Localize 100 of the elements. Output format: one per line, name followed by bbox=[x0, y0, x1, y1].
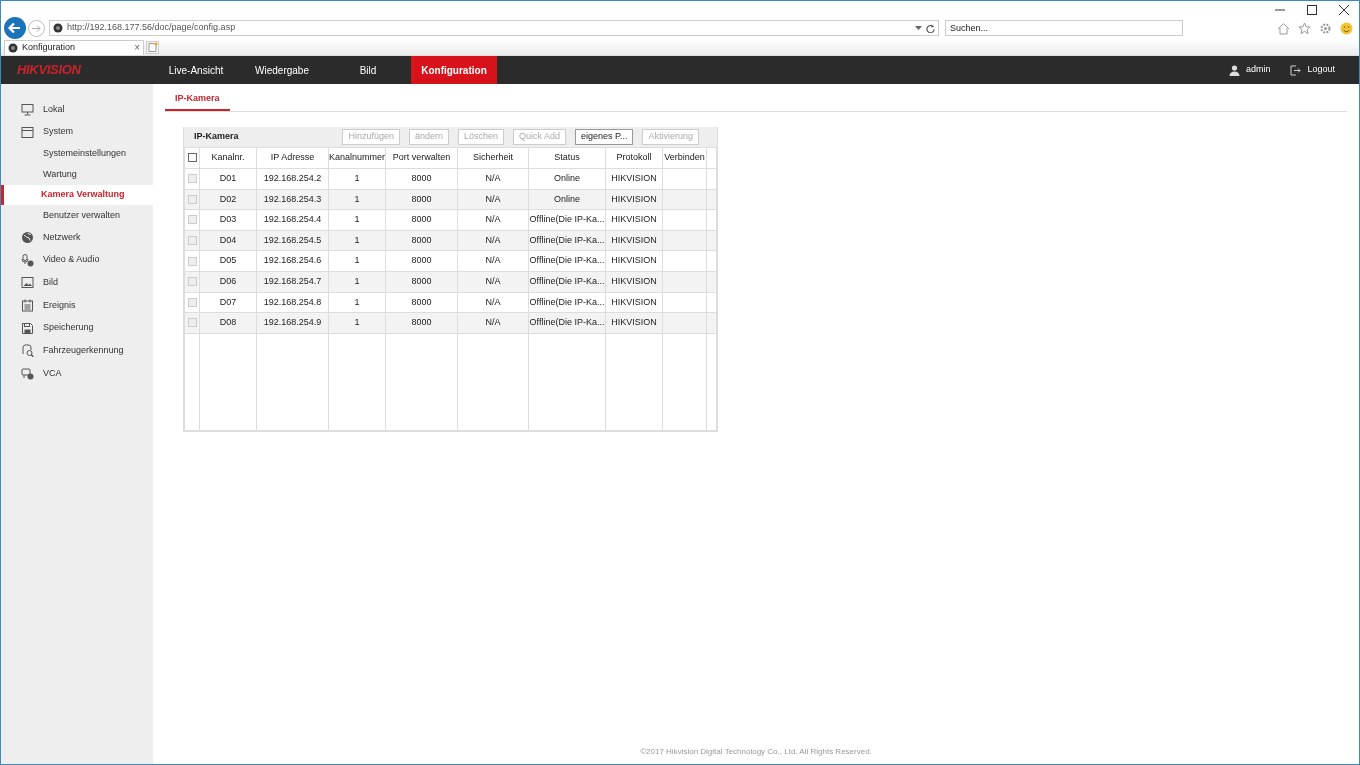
table-cell: 8000 bbox=[411, 234, 432, 245]
column-header: Port verwalten bbox=[392, 152, 451, 163]
nav-tab[interactable]: Bild bbox=[325, 56, 411, 84]
sidebar-item[interactable]: VCA bbox=[43, 366, 62, 381]
table-cell: 8000 bbox=[411, 214, 432, 225]
table-cell: 1 bbox=[354, 255, 360, 266]
table-cell: D04 bbox=[219, 234, 237, 245]
column-header: Kanalnr. bbox=[211, 152, 245, 163]
home-icon[interactable] bbox=[1277, 21, 1290, 35]
table-cell: N/A bbox=[485, 173, 501, 184]
table-cell: 1 bbox=[354, 193, 360, 204]
sidebar-item[interactable]: Ereignis bbox=[43, 298, 76, 313]
tab-close[interactable]: × bbox=[134, 43, 140, 53]
user-icon bbox=[1228, 64, 1240, 76]
table-cell: N/A bbox=[485, 255, 501, 266]
star-icon[interactable] bbox=[1298, 21, 1311, 35]
sidebar-item[interactable]: Video & Audio bbox=[43, 253, 100, 267]
table-cell: HIKVISION bbox=[611, 296, 657, 307]
gear-icon[interactable] bbox=[1319, 21, 1332, 35]
table-cell: Offline(Die IP-Ka... bbox=[529, 234, 605, 245]
table-cell: D05 bbox=[219, 255, 237, 266]
sidebar-item[interactable]: Bild bbox=[43, 276, 58, 290]
toolbar-button[interactable]: eigenes P... bbox=[575, 129, 634, 145]
menu-icon bbox=[21, 367, 34, 381]
column-header: Protokoll bbox=[616, 152, 652, 163]
site-icon bbox=[53, 23, 63, 33]
forward-icon[interactable] bbox=[28, 19, 45, 37]
table-cell: 1 bbox=[354, 296, 360, 307]
sidebar-subitem[interactable]: Kamera Verwaltung bbox=[41, 188, 125, 202]
checkbox[interactable] bbox=[187, 153, 197, 163]
table-cell: 1 bbox=[354, 214, 360, 225]
table-cell: D06 bbox=[219, 276, 237, 286]
table-cell: 1 bbox=[354, 276, 360, 286]
sidebar-subitem[interactable]: Wartung bbox=[43, 167, 77, 182]
table-cell: N/A bbox=[485, 214, 501, 225]
table-cell: N/A bbox=[485, 317, 501, 328]
table-cell: 192.168.254.4 bbox=[263, 214, 322, 225]
browser-tab[interactable]: Konfiguration × bbox=[4, 40, 144, 55]
table-cell: D02 bbox=[219, 193, 237, 204]
table-cell: Online bbox=[554, 193, 580, 204]
table-cell: Offline(Die IP-Ka... bbox=[529, 296, 605, 307]
column-header: Sicherheit bbox=[473, 152, 513, 163]
table-cell: 8000 bbox=[411, 317, 432, 328]
table-cell: 8000 bbox=[411, 276, 432, 286]
table-cell: 192.168.254.5 bbox=[263, 234, 322, 245]
table-cell: N/A bbox=[485, 193, 501, 204]
table-cell: D08 bbox=[219, 317, 237, 328]
menu-icon bbox=[21, 321, 34, 335]
sidebar-subitem[interactable]: Systemeinstellungen bbox=[43, 146, 127, 161]
column-header: IP Adresse bbox=[270, 152, 315, 163]
table-cell: Offline(Die IP-Ka... bbox=[529, 214, 605, 225]
table-cell: 192.168.254.2 bbox=[263, 173, 322, 184]
table-cell: 8000 bbox=[411, 173, 432, 184]
table-cell: D03 bbox=[219, 214, 237, 225]
table-cell: N/A bbox=[485, 276, 501, 286]
table-cell: 192.168.254.7 bbox=[263, 276, 322, 286]
address-text: http://192.168.177.56/doc/page/config.asp bbox=[67, 21, 237, 35]
column-header: Verbinden bbox=[664, 152, 705, 163]
refresh-icon[interactable] bbox=[926, 23, 935, 33]
sidebar-item[interactable]: Netzwerk bbox=[43, 230, 81, 245]
table-cell: Offline(Die IP-Ka... bbox=[529, 317, 605, 328]
table-cell: HIKVISION bbox=[611, 234, 657, 245]
close-icon[interactable] bbox=[1339, 5, 1349, 15]
table-cell: N/A bbox=[485, 296, 501, 307]
table-cell: Offline(Die IP-Ka... bbox=[529, 276, 605, 286]
logo-text: HIKVISION bbox=[17, 61, 81, 80]
search-field[interactable]: Suchen... bbox=[945, 20, 1183, 36]
dropdown-icon[interactable] bbox=[915, 25, 922, 31]
panel-title: IP-Kamera bbox=[194, 130, 240, 144]
content-tab[interactable]: IP-Kamera bbox=[165, 91, 230, 111]
smiley-icon[interactable] bbox=[1340, 21, 1353, 35]
table-cell: HIKVISION bbox=[611, 317, 657, 328]
menu-icon bbox=[21, 344, 34, 358]
table-cell: D01 bbox=[219, 173, 237, 184]
user-name[interactable]: admin bbox=[1245, 63, 1271, 77]
table-cell: 1 bbox=[354, 234, 360, 245]
sidebar-item[interactable]: Speicherung bbox=[43, 321, 94, 335]
logout-link[interactable]: Logout bbox=[1307, 63, 1351, 77]
table-cell: 192.168.254.6 bbox=[263, 255, 322, 266]
address-bar[interactable]: http://192.168.177.56/doc/page/config.asp bbox=[49, 20, 939, 36]
sidebar-subitem[interactable]: Benutzer verwalten bbox=[43, 209, 121, 223]
nav-tab[interactable]: Konfiguration bbox=[411, 56, 497, 84]
nav-tab[interactable]: Live-Ansicht bbox=[153, 56, 239, 84]
menu-icon bbox=[21, 253, 34, 267]
logout-icon[interactable] bbox=[1290, 64, 1302, 76]
back-icon[interactable] bbox=[4, 17, 26, 39]
new-tab-icon[interactable] bbox=[146, 41, 159, 54]
tab-title: Konfiguration bbox=[22, 41, 77, 55]
nav-tab[interactable]: Wiedergabe bbox=[239, 56, 325, 84]
table-cell: HIKVISION bbox=[611, 193, 657, 204]
table-cell: 1 bbox=[354, 173, 360, 184]
sidebar-item[interactable]: Lokal bbox=[43, 102, 65, 117]
table-cell: HIKVISION bbox=[611, 255, 657, 266]
sidebar-item[interactable]: Fahrzeugerkennung bbox=[43, 344, 124, 358]
table-cell: 8000 bbox=[411, 255, 432, 266]
menu-icon bbox=[21, 125, 34, 139]
column-header: Kanalnummer bbox=[329, 152, 386, 163]
sidebar-item[interactable]: System bbox=[43, 125, 73, 139]
maximize-icon[interactable] bbox=[1307, 5, 1317, 15]
table-cell: D07 bbox=[219, 296, 237, 307]
